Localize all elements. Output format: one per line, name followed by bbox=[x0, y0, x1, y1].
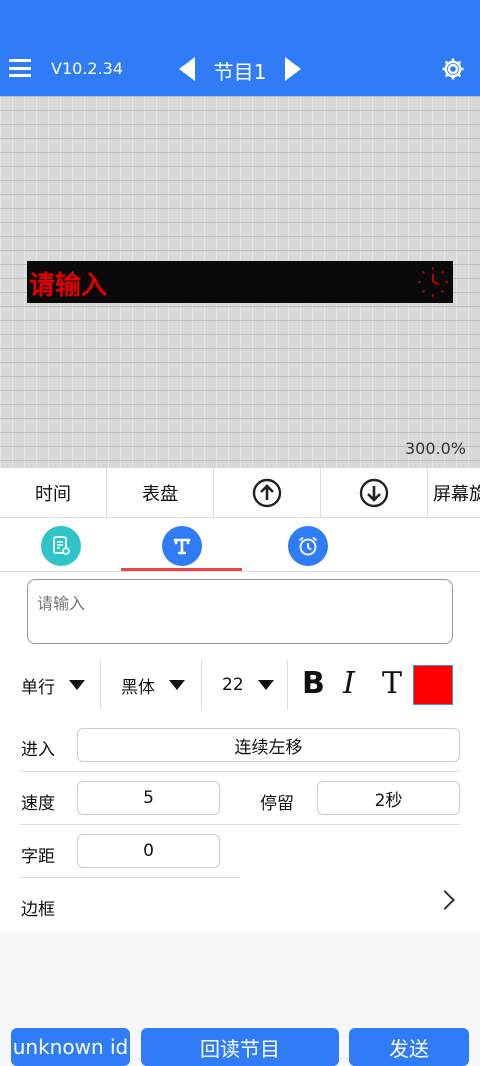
text-content-input[interactable] bbox=[27, 579, 453, 644]
font-size-select[interactable]: 22 bbox=[222, 658, 274, 712]
toolbar-move-down-button[interactable] bbox=[321, 468, 428, 517]
chevron-down-icon bbox=[169, 680, 185, 690]
toolbar-time-button[interactable]: 时间 bbox=[0, 468, 107, 517]
stay-label: 停留 bbox=[260, 794, 294, 814]
text-color-swatch[interactable] bbox=[413, 665, 453, 705]
letter-spacing-input[interactable]: 0 bbox=[77, 834, 220, 868]
led-text: 请输入 bbox=[29, 271, 108, 301]
toolbar-dial-button[interactable]: 表盘 bbox=[107, 468, 214, 517]
property-tabs bbox=[0, 518, 480, 572]
chevron-right-icon[interactable] bbox=[435, 890, 455, 910]
app-version: V10.2.34 bbox=[51, 59, 124, 78]
arrow-up-icon bbox=[252, 478, 282, 508]
document-settings-icon bbox=[53, 536, 70, 555]
italic-button[interactable]: I bbox=[343, 666, 355, 701]
speed-label: 速度 bbox=[21, 794, 55, 814]
arrow-down-icon bbox=[359, 478, 389, 508]
program-title: 节目1 bbox=[213, 60, 267, 84]
preview-canvas[interactable]: 请输入 300.0% bbox=[0, 96, 480, 468]
element-toolbar: 时间 表盘 屏幕旋 bbox=[0, 468, 480, 518]
border-label: 边框 bbox=[21, 900, 55, 920]
font-size-value: 22 bbox=[222, 675, 244, 695]
divider bbox=[287, 660, 288, 710]
clock-icon bbox=[418, 267, 448, 297]
prev-program-icon[interactable] bbox=[179, 57, 195, 81]
header-bar: V10.2.34 节目1 bbox=[0, 0, 480, 96]
line-mode-value: 单行 bbox=[21, 677, 55, 698]
text-icon bbox=[173, 538, 191, 555]
toolbar-rotate-screen-button[interactable]: 屏幕旋 bbox=[428, 468, 480, 517]
tab-program-settings[interactable] bbox=[41, 526, 81, 566]
font-select[interactable]: 黑体 bbox=[121, 658, 185, 712]
speed-input[interactable]: 5 bbox=[77, 781, 220, 815]
stay-input[interactable]: 2秒 bbox=[317, 781, 460, 815]
bold-button[interactable]: B bbox=[302, 666, 325, 701]
tab-alarm[interactable] bbox=[288, 526, 328, 566]
line-mode-select[interactable]: 单行 bbox=[21, 658, 85, 712]
divider bbox=[100, 660, 101, 710]
divider bbox=[201, 660, 202, 710]
read-back-program-button[interactable]: 回读节目 bbox=[141, 1028, 339, 1066]
chevron-down-icon bbox=[257, 680, 274, 690]
enter-effect-label: 进入 bbox=[21, 740, 55, 760]
alarm-clock-icon bbox=[298, 536, 318, 556]
unknown-id-button[interactable]: unknown id bbox=[11, 1028, 130, 1066]
toolbar-move-up-button[interactable] bbox=[214, 468, 321, 517]
format-row: 单行 黑体 22 B I T bbox=[0, 658, 480, 712]
menu-icon[interactable] bbox=[9, 59, 31, 77]
send-button[interactable]: 发送 bbox=[349, 1028, 469, 1066]
divider bbox=[20, 877, 240, 878]
text-stroke-button[interactable]: T bbox=[382, 666, 402, 701]
divider bbox=[20, 824, 460, 825]
enter-effect-select[interactable]: 连续左移 bbox=[77, 728, 460, 762]
zoom-level: 300.0% bbox=[404, 439, 466, 458]
tab-text[interactable] bbox=[162, 526, 202, 566]
font-value: 黑体 bbox=[121, 677, 155, 698]
gear-icon[interactable] bbox=[441, 57, 465, 81]
divider bbox=[20, 771, 460, 772]
active-tab-indicator bbox=[121, 568, 242, 571]
letter-spacing-label: 字距 bbox=[21, 847, 55, 867]
next-program-icon[interactable] bbox=[285, 57, 301, 81]
led-screen[interactable]: 请输入 bbox=[27, 261, 453, 303]
chevron-down-icon bbox=[69, 680, 85, 690]
